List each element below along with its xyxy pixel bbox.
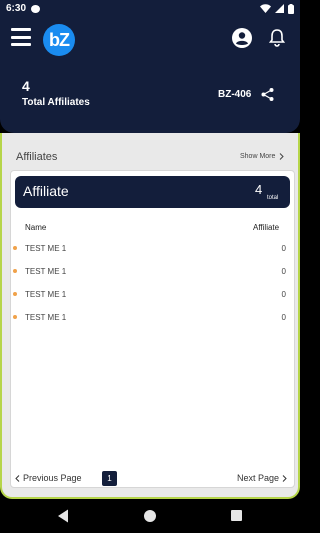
battery-icon (288, 3, 294, 14)
page-number-button[interactable]: 1 (102, 471, 117, 486)
card-header: Affiliate 4 total (15, 176, 290, 208)
back-icon[interactable] (57, 509, 69, 523)
section-title: Affiliates (16, 151, 58, 163)
bullet-icon (13, 246, 17, 250)
column-header-name: Name (25, 223, 47, 232)
card-total-value: 4 (255, 182, 263, 197)
bullet-icon (13, 315, 17, 319)
status-bar: 6:30 (0, 0, 300, 17)
row-affiliate-count: 0 (281, 313, 286, 322)
table-row[interactable]: TEST ME 1 0 (11, 288, 294, 302)
wifi-icon (260, 4, 271, 13)
status-icons (260, 3, 294, 14)
content-area: Affiliates Show More Affiliate 4 total N… (0, 133, 300, 499)
profile-icon[interactable] (232, 28, 252, 48)
row-name: TEST ME 1 (25, 290, 67, 299)
status-time: 6:30 (6, 3, 27, 14)
row-name: TEST ME 1 (25, 267, 67, 276)
row-affiliate-count: 0 (281, 267, 286, 276)
affiliate-card: Affiliate 4 total Name Affiliate TEST ME… (10, 170, 295, 488)
bullet-icon (13, 292, 17, 296)
system-nav-bar (0, 499, 300, 533)
home-icon[interactable] (144, 510, 156, 522)
chevron-right-icon (282, 474, 287, 482)
table-row[interactable]: TEST ME 1 0 (11, 265, 294, 279)
chevron-left-icon (15, 474, 20, 482)
row-name: TEST ME 1 (25, 244, 67, 253)
table-row[interactable]: TEST ME 1 0 (11, 311, 294, 325)
signal-icon (275, 4, 284, 13)
app-header: bZ 4 Total Affiliates BZ-406 (0, 17, 300, 133)
bullet-icon (13, 269, 17, 273)
share-icon[interactable] (260, 87, 275, 102)
previous-page-button[interactable]: Previous Page (15, 473, 82, 483)
menu-icon[interactable] (11, 28, 31, 46)
recent-apps-icon[interactable] (231, 510, 242, 521)
row-affiliate-count: 0 (281, 290, 286, 299)
row-affiliate-count: 0 (281, 244, 286, 253)
next-page-label: Next Page (237, 473, 280, 483)
bell-icon[interactable] (268, 28, 286, 47)
column-header-affiliate: Affiliate (253, 223, 280, 232)
total-affiliates-label: Total Affiliates (22, 97, 90, 108)
app-logo: bZ (43, 24, 75, 56)
card-total-label: total (267, 195, 279, 201)
previous-page-label: Previous Page (23, 473, 82, 483)
total-affiliates-count: 4 (22, 78, 30, 94)
next-page-button[interactable]: Next Page (237, 473, 287, 483)
affiliate-code: BZ-406 (218, 89, 252, 100)
table-row[interactable]: TEST ME 1 0 (11, 242, 294, 256)
notification-icon (31, 4, 41, 13)
show-more-label: Show More (240, 153, 276, 160)
show-more-link[interactable]: Show More (240, 153, 285, 160)
card-title: Affiliate (23, 183, 69, 199)
chevron-right-icon (280, 153, 285, 160)
row-name: TEST ME 1 (25, 313, 67, 322)
